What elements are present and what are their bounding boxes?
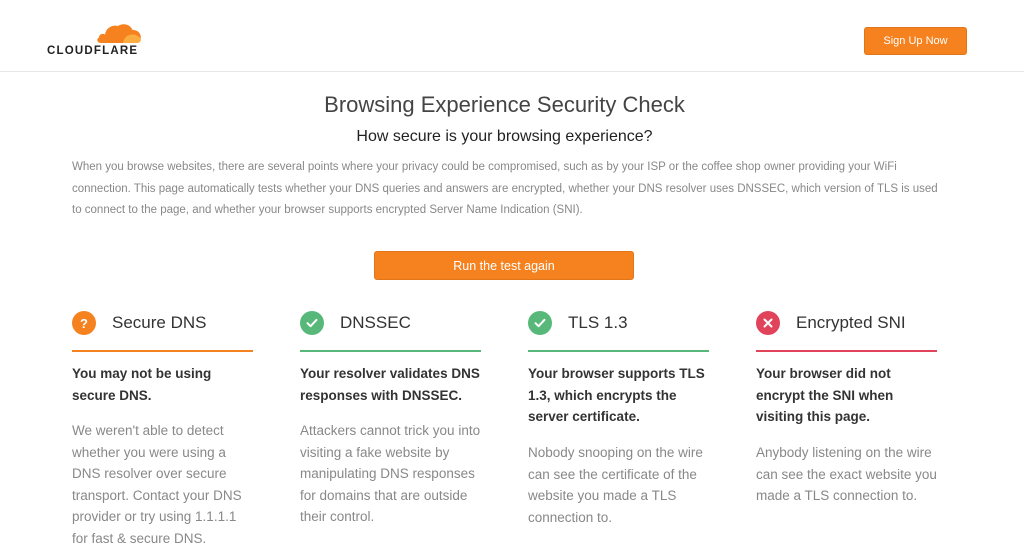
card-detail: Anybody listening on the wire can see th… bbox=[756, 445, 937, 503]
card-title: TLS 1.3 bbox=[568, 313, 628, 332]
dnssec-card: DNSSEC Your resolver validates DNS respo… bbox=[300, 311, 482, 524]
sign-up-button[interactable]: Sign Up Now bbox=[864, 27, 967, 55]
cloud-icon bbox=[97, 24, 141, 43]
card-summary: Your browser did not encrypt the SNI whe… bbox=[756, 366, 894, 424]
card-divider bbox=[528, 350, 709, 352]
run-test-again-button[interactable]: Run the test again bbox=[374, 251, 634, 280]
card-header: ? Secure DNS bbox=[72, 311, 254, 352]
card-summary: You may not be using secure DNS. bbox=[72, 366, 212, 403]
card-detail: We weren't able to detect whether you we… bbox=[72, 423, 242, 546]
site-header: CLOUDFLARE Sign Up Now bbox=[0, 0, 1024, 72]
card-header: DNSSEC bbox=[300, 311, 482, 352]
card-title: Secure DNS bbox=[112, 313, 207, 332]
logo-wordmark: CLOUDFLARE bbox=[47, 45, 139, 57]
checkmark-icon bbox=[300, 311, 324, 335]
x-icon bbox=[756, 311, 780, 335]
checkmark-icon bbox=[528, 311, 552, 335]
card-detail: Nobody snooping on the wire can see the … bbox=[528, 445, 703, 525]
secure-dns-card: ? Secure DNS You may not be using secure… bbox=[72, 311, 254, 546]
card-header: Encrypted SNI bbox=[756, 311, 938, 352]
page-subtitle: How secure is your browsing experience? bbox=[356, 128, 653, 145]
card-divider bbox=[756, 350, 937, 352]
card-detail: Attackers cannot trick you into visiting… bbox=[300, 423, 481, 524]
card-header: TLS 1.3 bbox=[528, 311, 710, 352]
card-title: DNSSEC bbox=[340, 313, 411, 332]
card-divider bbox=[300, 350, 481, 352]
tls-card: TLS 1.3 Your browser supports TLS 1.3, w… bbox=[528, 311, 710, 525]
cloudflare-logo[interactable]: CLOUDFLARE bbox=[47, 22, 147, 58]
page-title: Browsing Experience Security Check bbox=[324, 92, 685, 117]
card-summary: Your browser supports TLS 1.3, which enc… bbox=[528, 366, 705, 424]
intro-paragraph: When you browse websites, there are seve… bbox=[72, 161, 938, 216]
card-title: Encrypted SNI bbox=[796, 313, 906, 332]
card-divider bbox=[72, 350, 253, 352]
encrypted-sni-card: Encrypted SNI Your browser did not encry… bbox=[756, 311, 938, 503]
card-summary: Your resolver validates DNS responses wi… bbox=[300, 366, 480, 403]
question-icon: ? bbox=[72, 311, 96, 335]
